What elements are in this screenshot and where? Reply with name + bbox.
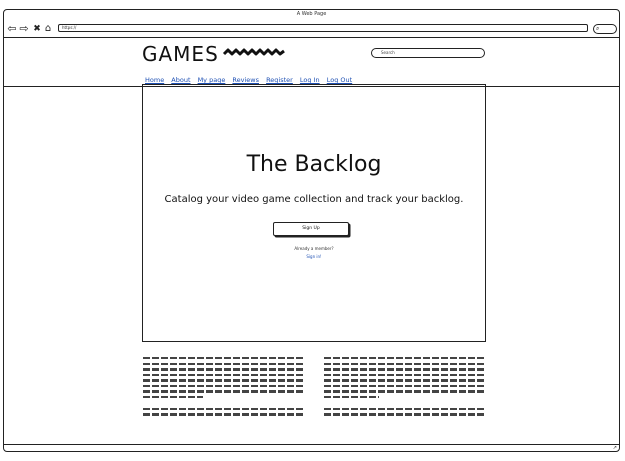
nav-link-about[interactable]: About (171, 76, 190, 84)
placeholder-text-line (143, 390, 303, 393)
nav-link-log-out[interactable]: Log Out (327, 76, 352, 84)
site-nav: Home About My page Reviews Register Log … (145, 76, 357, 84)
placeholder-text-line (324, 396, 379, 399)
logo-scribble (222, 48, 285, 56)
placeholder-text-line (143, 384, 303, 388)
nav-link-home[interactable]: Home (145, 76, 164, 84)
site-logo[interactable]: GAMES (142, 42, 219, 66)
placeholder-text-line (324, 407, 484, 411)
resize-grip-icon[interactable]: ↗ (613, 445, 617, 451)
nav-link-reviews[interactable]: Reviews (232, 76, 259, 84)
placeholder-text-line (143, 407, 303, 411)
placeholder-text-line (324, 373, 484, 377)
forward-icon[interactable]: ⇨ (18, 23, 30, 35)
browser-toolbar: ⇦ ⇨ ✖ ⌂ https:// ⌕ (4, 20, 619, 38)
placeholder-text-line (324, 379, 484, 382)
text-column-right (324, 357, 484, 419)
placeholder-text-line (143, 368, 303, 371)
status-bar: ↗ (4, 444, 619, 451)
placeholder-text-line (324, 413, 484, 416)
placeholder-text-line (143, 379, 303, 382)
nav-link-register[interactable]: Register (266, 76, 293, 84)
placeholder-text-line (143, 396, 203, 399)
placeholder-text-line (143, 357, 303, 360)
browser-window: A Web Page ⇦ ⇨ ✖ ⌂ https:// ⌕ GAMES Sear… (3, 9, 620, 452)
address-bar[interactable]: https:// (58, 24, 588, 32)
placeholder-text-line (324, 362, 484, 365)
nav-link-log-in[interactable]: Log In (300, 76, 320, 84)
site-search-input[interactable]: Search (371, 48, 485, 58)
site-header: GAMES Search Home About My page Reviews … (4, 38, 619, 87)
hero-title: The Backlog (246, 152, 382, 177)
placeholder-text-line (324, 384, 484, 388)
placeholder-text-line (143, 362, 303, 365)
placeholder-text-line (324, 357, 484, 360)
search-icon: ⌕ (596, 25, 600, 32)
member-prompt: Already a member? (294, 246, 334, 251)
browser-search[interactable]: ⌕ (593, 24, 617, 34)
placeholder-text-line (143, 413, 303, 416)
back-icon[interactable]: ⇦ (6, 23, 18, 35)
placeholder-text-line (324, 390, 484, 393)
sign-in-link[interactable]: Sign in! (143, 254, 485, 259)
sign-up-button[interactable]: Sign Up (273, 222, 349, 236)
home-icon[interactable]: ⌂ (42, 23, 54, 35)
hero-panel: The Backlog Catalog your video game coll… (142, 84, 486, 342)
hero-tagline: Catalog your video game collection and t… (164, 194, 464, 205)
nav-link-my-page[interactable]: My page (198, 76, 226, 84)
placeholder-text-line (143, 373, 303, 377)
text-column-left (143, 357, 303, 419)
placeholder-text-line (324, 368, 484, 371)
